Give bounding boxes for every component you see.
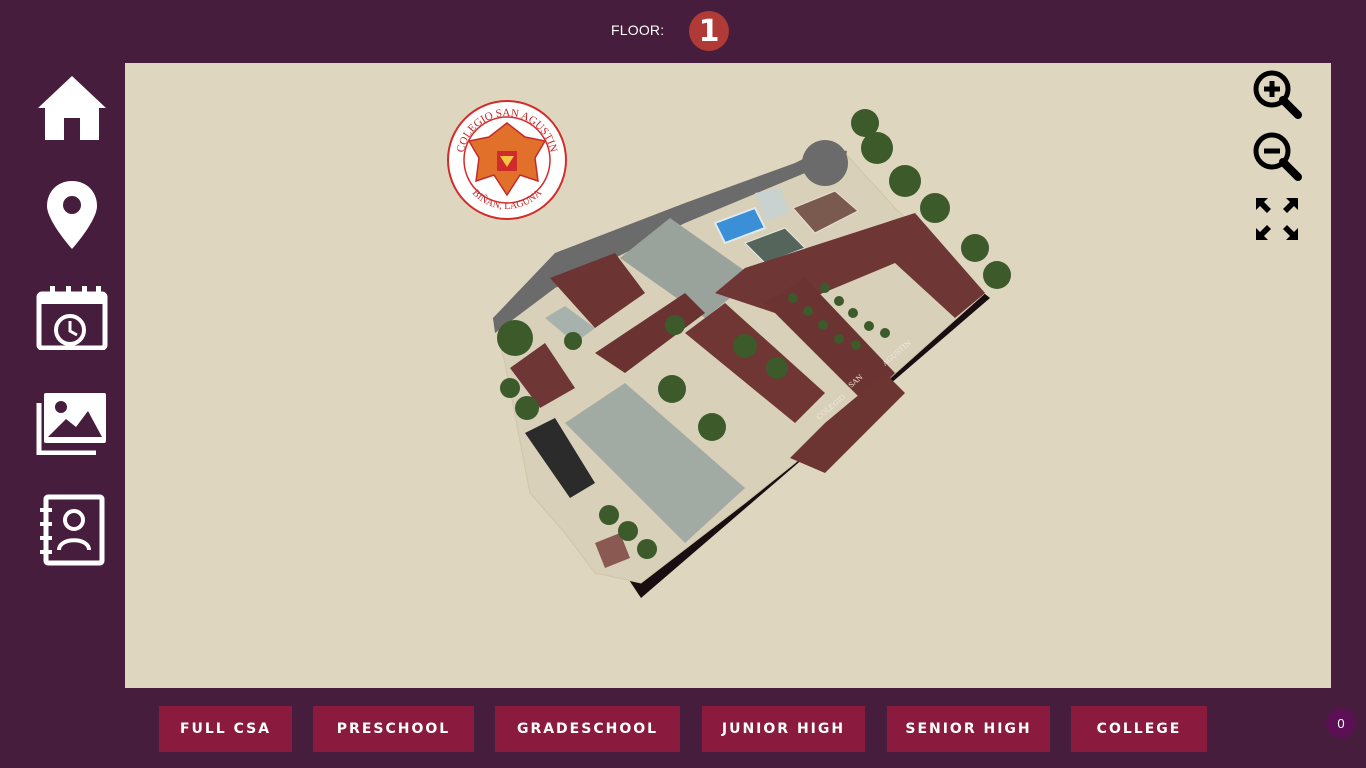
category-gradeschool-button[interactable]: GRADESCHOOL (495, 706, 680, 752)
category-college-button[interactable]: COLLEGE (1071, 706, 1207, 752)
category-full-csa-button[interactable]: FULL CSA (159, 706, 292, 752)
sidebar (0, 63, 125, 688)
calendar-clock-icon (36, 286, 108, 350)
zoom-out-button[interactable] (1252, 131, 1302, 181)
home-icon (38, 76, 106, 140)
road-turnaround (802, 140, 848, 186)
floor-label: FLOOR: (611, 22, 665, 38)
category-senior-high-button[interactable]: SENIOR HIGH (887, 706, 1050, 752)
floor-bar: FLOOR: 1 (0, 0, 1366, 63)
campus-map-render[interactable]: COLEGIO SAN AGUSTIN COLEGIO SAN AGUSTIN … (125, 63, 1331, 688)
category-nav: FULL CSA PRESCHOOL GRADESCHOOL JUNIOR HI… (0, 706, 1366, 752)
location-button[interactable] (33, 175, 111, 255)
contacts-icon (40, 494, 105, 566)
category-preschool-button[interactable]: PRESCHOOL (313, 706, 474, 752)
fullscreen-button[interactable] (1252, 194, 1302, 244)
expand-icon (1256, 198, 1298, 240)
contacts-button[interactable] (33, 490, 111, 570)
schedule-button[interactable] (33, 278, 111, 358)
zoom-in-button[interactable] (1252, 69, 1302, 119)
gallery-button[interactable] (33, 383, 111, 463)
map-pin-icon (47, 181, 97, 249)
gallery-icon (36, 393, 106, 455)
floor-number-badge[interactable]: 1 (689, 11, 729, 51)
category-junior-high-button[interactable]: JUNIOR HIGH (702, 706, 865, 752)
zoom-in-icon (1253, 70, 1302, 119)
notification-counter-badge[interactable]: 0 (1326, 708, 1356, 738)
home-button[interactable] (33, 68, 111, 148)
zoom-out-icon (1253, 132, 1302, 181)
campus-map[interactable]: COLEGIO SAN AGUSTIN COLEGIO SAN AGUSTIN … (125, 63, 1331, 688)
school-seal-logo: COLEGIO SAN AGUSTIN BIÑAN, LAGUNA (447, 100, 567, 220)
